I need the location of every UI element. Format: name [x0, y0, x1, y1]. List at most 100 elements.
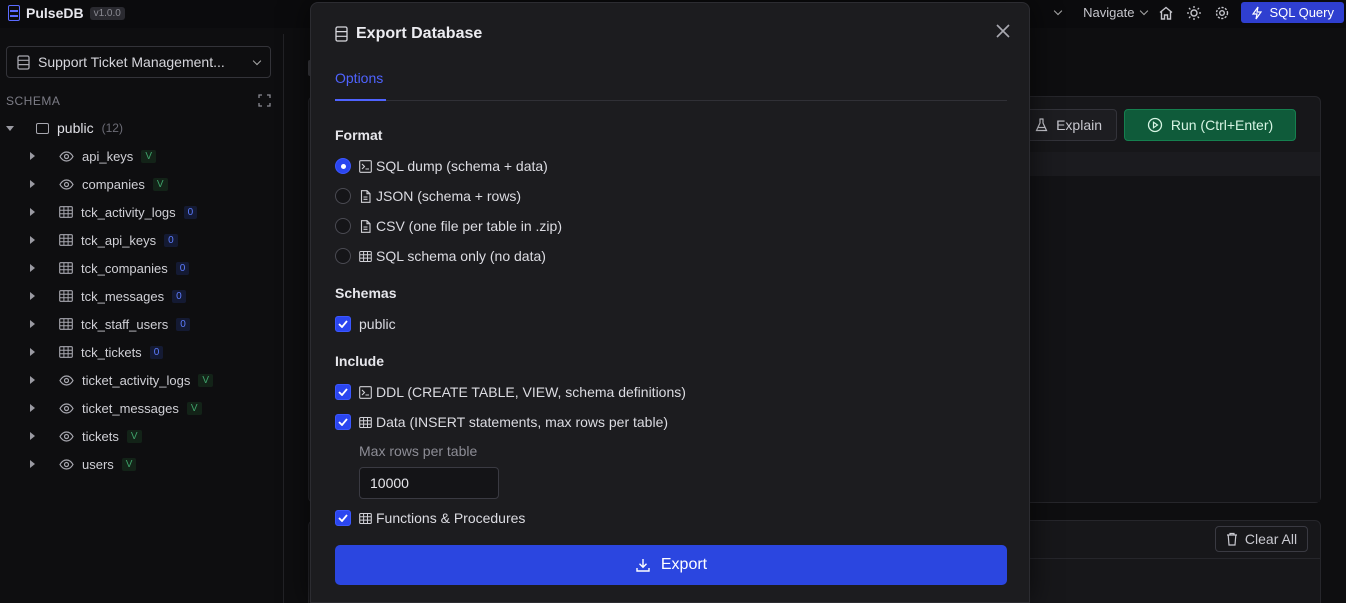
database-name: Support Ticket Management... [38, 54, 225, 70]
table-icon [359, 416, 372, 428]
include-data[interactable]: Data (INSERT statements, max rows per ta… [335, 412, 668, 432]
tree-item-label: ticket_messages [82, 400, 179, 416]
caret-right-icon[interactable] [30, 404, 35, 412]
caret-down-icon[interactable] [6, 125, 14, 131]
data-label: Data (INSERT statements, max rows per ta… [376, 414, 669, 430]
tree-item[interactable]: companies V [0, 170, 284, 198]
schema-heading: SCHEMA [6, 94, 61, 108]
tree-item[interactable]: tck_api_keys 0 [0, 226, 284, 254]
eye-icon [59, 374, 74, 386]
caret-right-icon[interactable] [30, 180, 35, 188]
close-icon[interactable] [993, 21, 1013, 41]
radio-button[interactable] [335, 218, 351, 234]
schema-name: public [57, 120, 94, 136]
tree-item[interactable]: tck_tickets 0 [0, 338, 284, 366]
caret-right-icon[interactable] [30, 376, 35, 384]
eye-icon [59, 430, 74, 442]
terminal-icon [359, 159, 372, 173]
gear-icon[interactable] [1213, 4, 1231, 22]
expand-icon[interactable] [258, 94, 271, 107]
dialog-tabs: Options [335, 67, 1007, 101]
query-editor[interactable] [1030, 152, 1320, 502]
tree-item-label: api_keys [82, 148, 134, 164]
eye-icon [59, 458, 74, 470]
format-option[interactable]: SQL dump (schema + data) [335, 156, 548, 176]
caret-right-icon[interactable] [30, 208, 35, 216]
run-label: Run (Ctrl+Enter) [1170, 117, 1274, 133]
tab-options[interactable]: Options [335, 67, 386, 101]
radio-button[interactable] [335, 158, 351, 174]
run-button[interactable]: Run (Ctrl+Enter) [1124, 109, 1296, 141]
lightning-icon [1252, 6, 1263, 19]
navigate-label: Navigate [1083, 5, 1135, 20]
eye-icon [59, 402, 74, 414]
version-badge: v1.0.0 [89, 6, 125, 20]
chevron-down-icon[interactable] [1053, 6, 1063, 16]
schemas-heading: Schemas [335, 285, 397, 301]
trash-icon [1226, 532, 1237, 546]
tree-item-label: tck_staff_users [81, 316, 169, 332]
schema-count: (12) [101, 121, 123, 135]
tree-item[interactable]: tck_staff_users 0 [0, 310, 284, 338]
tree-item[interactable]: ticket_messages V [0, 394, 284, 422]
table-icon [59, 206, 73, 218]
table-icon [359, 250, 372, 262]
max-rows-input[interactable] [359, 467, 499, 499]
active-line [1030, 152, 1320, 176]
include-ddl[interactable]: DDL (CREATE TABLE, VIEW, schema definiti… [335, 382, 686, 402]
tree-item[interactable]: tck_companies 0 [0, 254, 284, 282]
format-option[interactable]: JSON (schema + rows) [335, 186, 521, 206]
tree-item-label: tck_tickets [81, 344, 142, 360]
tree-item-label: tck_messages [81, 288, 165, 304]
radio-button[interactable] [335, 188, 351, 204]
tree-item-label: tck_activity_logs [81, 204, 176, 220]
tree-item-badge: V [121, 457, 137, 471]
checkbox[interactable] [335, 384, 351, 400]
tree-item-badge: 0 [164, 233, 178, 247]
tree-item-label: tickets [82, 428, 119, 444]
checkbox[interactable] [335, 414, 351, 430]
format-option[interactable]: SQL schema only (no data) [335, 246, 546, 266]
tree-item[interactable]: users V [0, 450, 284, 478]
database-select[interactable]: Support Ticket Management... [6, 46, 271, 78]
caret-right-icon[interactable] [30, 292, 35, 300]
caret-right-icon[interactable] [30, 264, 35, 272]
caret-right-icon[interactable] [30, 460, 35, 468]
sql-query-label: SQL Query [1269, 5, 1334, 20]
tree-item-badge: V [198, 373, 214, 387]
include-functions[interactable]: Functions & Procedures [335, 508, 525, 528]
caret-right-icon[interactable] [30, 320, 35, 328]
clear-all-label: Clear All [1244, 531, 1298, 547]
export-button[interactable]: Export [335, 545, 1007, 585]
chevron-down-icon [1140, 6, 1149, 16]
tree-root-public[interactable]: public (12) [0, 114, 284, 142]
clear-all-button[interactable]: Clear All [1215, 526, 1308, 552]
explain-button[interactable]: Explain [1017, 109, 1117, 141]
tree-item-label: tck_companies [81, 260, 168, 276]
sun-icon[interactable] [1185, 4, 1203, 22]
brand[interactable]: PulseDB v1.0.0 [8, 5, 125, 21]
tree-item-badge: 0 [183, 205, 198, 219]
tree-item[interactable]: ticket_activity_logs V [0, 366, 284, 394]
caret-right-icon[interactable] [30, 348, 35, 356]
tree-item-badge: V [126, 429, 142, 443]
schema-checkbox-public[interactable]: public [335, 314, 396, 334]
tree-item[interactable]: api_keys V [0, 142, 284, 170]
database-icon [335, 26, 348, 42]
caret-right-icon[interactable] [30, 236, 35, 244]
radio-button[interactable] [335, 248, 351, 264]
caret-right-icon[interactable] [30, 432, 35, 440]
tree-item[interactable]: tickets V [0, 422, 284, 450]
checkbox[interactable] [335, 510, 351, 526]
tree-item[interactable]: tck_messages 0 [0, 282, 284, 310]
format-label: SQL dump (schema + data) [376, 158, 548, 174]
sql-query-button[interactable]: SQL Query [1241, 2, 1344, 23]
table-icon [59, 234, 73, 246]
format-option[interactable]: CSV (one file per table in .zip) [335, 216, 562, 236]
caret-right-icon[interactable] [30, 152, 35, 160]
checkbox[interactable] [335, 316, 351, 332]
tree-item[interactable]: tck_activity_logs 0 [0, 198, 284, 226]
navigate-menu[interactable]: Navigate [1083, 5, 1149, 20]
home-icon[interactable] [1157, 4, 1175, 22]
tree-item-label: users [82, 456, 114, 472]
